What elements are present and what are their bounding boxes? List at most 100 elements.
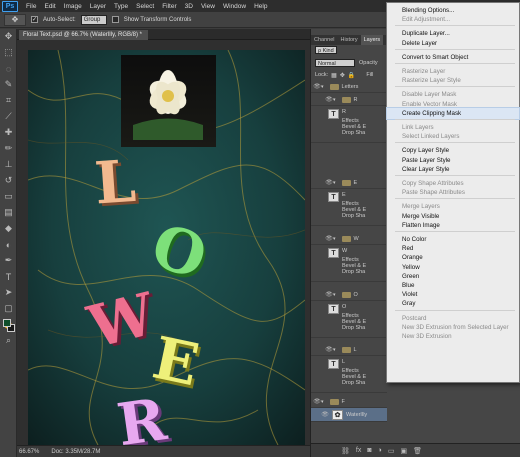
quick-select-tool-icon[interactable]: ✎: [2, 78, 15, 91]
layer-text-e[interactable]: T E Effects Bevel & E Drop Sha: [311, 190, 387, 226]
path-selection-tool-icon[interactable]: ➤: [2, 286, 15, 299]
visibility-eye-icon[interactable]: 👁: [325, 291, 333, 298]
document-tab[interactable]: Floral Text.psd @ 66.7% (WaterlIly, RGB/…: [19, 30, 149, 40]
menu-filter[interactable]: Filter: [158, 3, 180, 10]
link-layers-icon[interactable]: ⛓: [341, 447, 350, 455]
menu-item-flatten-image[interactable]: Flatten Image: [387, 220, 519, 231]
menu-item-create-clipping-mask[interactable]: Create Clipping Mask: [386, 106, 520, 120]
new-layer-icon[interactable]: ▣: [400, 447, 407, 455]
delete-layer-icon[interactable]: 🗑: [413, 447, 422, 455]
menu-select[interactable]: Select: [132, 3, 158, 10]
gradient-tool-icon[interactable]: ▤: [2, 206, 15, 219]
blur-tool-icon[interactable]: ◆: [2, 222, 15, 235]
eyedropper-tool-icon[interactable]: ⟋: [2, 110, 15, 123]
zoom-tool-icon[interactable]: ⌕: [2, 334, 15, 347]
layer-group-r[interactable]: 👁 ▾ R: [311, 94, 387, 106]
clone-stamp-tool-icon[interactable]: ⊥: [2, 158, 15, 171]
layer-text-r[interactable]: T R Effects Bevel & E Drop Sha: [311, 107, 387, 143]
zoom-level[interactable]: 66.67%: [19, 449, 39, 455]
menu-item-clear-layer-style[interactable]: Clear Layer Style: [387, 164, 519, 175]
menu-type[interactable]: Type: [110, 3, 132, 10]
menu-window[interactable]: Window: [219, 3, 250, 10]
folder-icon: [329, 83, 339, 90]
layer-group-l[interactable]: 👁 ▾ L: [311, 344, 387, 356]
menu-item-delete-layer[interactable]: Delete Layer: [387, 38, 519, 49]
adjustment-layer-icon[interactable]: ◑: [378, 447, 382, 454]
layers-panel-footer: ⛓ fx ◙ ◑ ▭ ▣ 🗑: [311, 443, 520, 457]
folder-icon: [341, 291, 351, 298]
lock-pixels-icon[interactable]: ▦: [331, 72, 337, 79]
layer-filter-row: ρ Kind: [311, 45, 391, 55]
layer-waterlily[interactable]: 👁 ✿ WaterlIly: [311, 408, 387, 422]
menu-item-rasterize-layer-style: Rasterize Layer Style: [402, 77, 461, 85]
layer-kind-filter[interactable]: ρ Kind: [315, 46, 337, 54]
visibility-eye-icon[interactable]: 👁: [325, 346, 333, 353]
tools-panel: ✥ ⬚ ◌ ✎ ⌗ ⟋ ✚ ✏ ⊥ ↺ ▭ ▤ ◆ ◐ ✒ T ➤ ▢ ✋ ⌕: [0, 29, 17, 457]
layer-name: F: [341, 398, 345, 405]
layer-text-o[interactable]: T O Effects Bevel & E Drop Sha: [311, 302, 387, 338]
menu-item-convert-to-smart-object[interactable]: Convert to Smart Object: [387, 52, 519, 63]
auto-select-dropdown[interactable]: Group: [80, 14, 107, 25]
tab-channel[interactable]: Channel: [311, 35, 338, 45]
foreground-color-swatch[interactable]: [3, 319, 11, 327]
layer-name: R: [342, 109, 346, 115]
marquee-tool-icon[interactable]: ⬚: [2, 46, 15, 59]
fill-label: Fill: [366, 72, 374, 78]
menu-edit[interactable]: Edit: [40, 3, 59, 10]
show-transform-controls-checkbox[interactable]: [111, 16, 119, 23]
menu-image[interactable]: Image: [60, 3, 86, 10]
tab-history[interactable]: History: [338, 35, 361, 45]
tab-layers[interactable]: Layers: [360, 35, 384, 45]
menu-layer[interactable]: Layer: [86, 3, 110, 10]
layer-group-letters[interactable]: 👁 ▾ Letters: [311, 81, 387, 93]
layer-text-w[interactable]: T W Effects Bevel & E Drop Sha: [311, 246, 387, 282]
add-mask-icon[interactable]: ◙: [367, 447, 371, 454]
move-tool-preset-icon[interactable]: ✥: [4, 13, 26, 26]
visibility-eye-icon[interactable]: 👁: [325, 96, 333, 103]
eraser-tool-icon[interactable]: ▭: [2, 190, 15, 203]
photoshop-window: Ps File Edit Image Layer Type Select Fil…: [0, 0, 520, 457]
lasso-tool-icon[interactable]: ◌: [2, 62, 15, 75]
crop-tool-icon[interactable]: ⌗: [2, 94, 15, 107]
type-tool-icon[interactable]: T: [2, 270, 15, 283]
layer-group-f[interactable]: 👁 ▾ F: [311, 396, 387, 408]
menu-file[interactable]: File: [22, 3, 40, 10]
menu-item-gray[interactable]: Gray: [387, 298, 519, 309]
pen-tool-icon[interactable]: ✒: [2, 254, 15, 267]
visibility-eye-icon[interactable]: 👁: [313, 83, 321, 90]
history-brush-tool-icon[interactable]: ↺: [2, 174, 15, 187]
layer-context-menu: Blending Options... Edit Adjustment... Dup…: [386, 2, 520, 383]
menu-item-paste-shape-attributes: Paste Shape Attributes: [402, 189, 465, 197]
auto-select-checkbox[interactable]: ✓: [31, 16, 38, 23]
layer-group-o[interactable]: 👁 ▾ O: [311, 289, 387, 301]
move-tool-icon[interactable]: ✥: [2, 30, 15, 43]
menu-view[interactable]: View: [197, 3, 219, 10]
add-style-icon[interactable]: fx: [356, 447, 361, 454]
visibility-eye-icon[interactable]: 👁: [321, 411, 329, 418]
menu-help[interactable]: Help: [250, 3, 271, 10]
menu-separator: [395, 142, 515, 144]
shape-tool-icon[interactable]: ▢: [2, 302, 15, 315]
blend-mode-select[interactable]: Normal: [315, 59, 355, 67]
new-group-icon[interactable]: ▭: [388, 447, 395, 455]
lock-all-icon[interactable]: 🔒: [348, 72, 355, 79]
menu-separator: [395, 198, 515, 200]
visibility-eye-icon[interactable]: 👁: [313, 398, 321, 405]
text-layer-thumb-icon: T: [328, 359, 339, 369]
layer-group-e[interactable]: 👁 ▾ E: [311, 177, 387, 189]
dodge-tool-icon[interactable]: ◐: [2, 238, 15, 251]
layer-group-w[interactable]: 👁 ▾ W: [311, 233, 387, 245]
lock-position-icon[interactable]: ✥: [340, 72, 345, 79]
canvas-area[interactable]: L L O O W W E E R R: [17, 40, 310, 445]
layer-name: O: [353, 291, 358, 298]
menu-3d[interactable]: 3D: [181, 3, 197, 10]
healing-brush-tool-icon[interactable]: ✚: [2, 126, 15, 139]
layer-name: WaterlIly: [346, 411, 368, 418]
layer-text-l[interactable]: T L Effects Bevel & E Drop Sha: [311, 357, 387, 393]
opacity-label: Opacity: [359, 60, 378, 66]
visibility-eye-icon[interactable]: 👁: [325, 235, 333, 242]
visibility-eye-icon[interactable]: 👁: [325, 179, 333, 186]
image-thumb-icon: ✿: [332, 409, 343, 420]
brush-tool-icon[interactable]: ✏: [2, 142, 15, 155]
menu-separator: [395, 119, 515, 120]
